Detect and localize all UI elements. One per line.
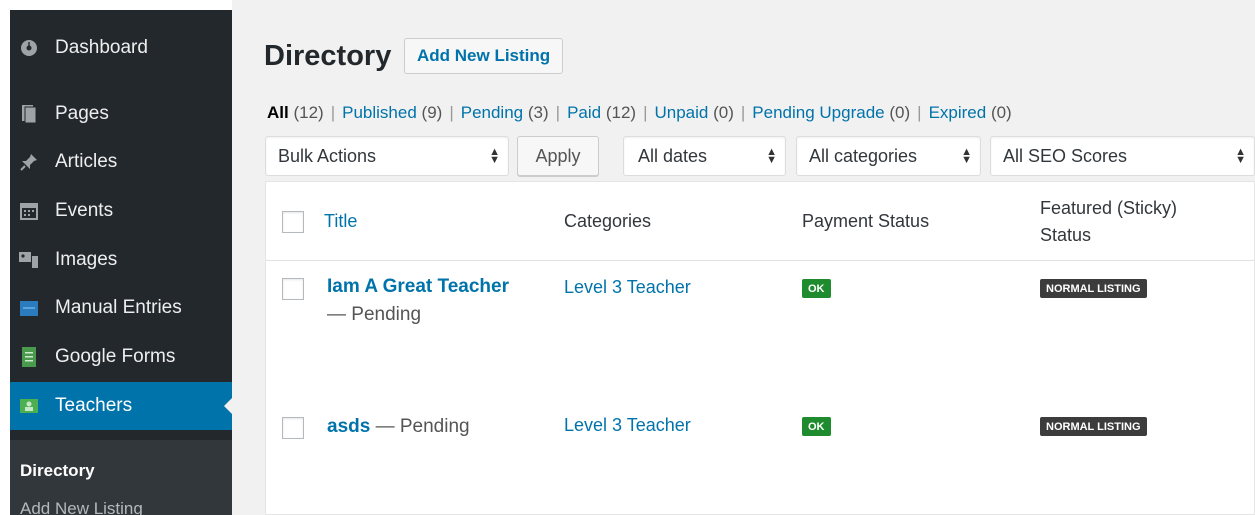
payment-status-badge: OK	[802, 279, 831, 298]
sidebar-item-images[interactable]: Images	[10, 236, 232, 284]
apply-button[interactable]: Apply	[517, 136, 599, 176]
page-title: Directory	[264, 40, 392, 72]
sidebar-item-label: Google Forms	[55, 346, 176, 367]
column-header-featured-line1: Featured (Sticky)	[1040, 198, 1178, 218]
column-header-categories: Categories	[564, 211, 652, 231]
row-title-link[interactable]: asds	[327, 416, 370, 437]
sidebar-item-label: Pages	[55, 103, 109, 124]
bulk-actions-value: Bulk Actions	[278, 145, 377, 166]
sidebar-submenu: Directory Add New Listing	[10, 440, 232, 515]
bulk-actions-select[interactable]: Bulk Actions ▲ ▼	[265, 136, 509, 176]
dashboard-icon	[18, 37, 40, 59]
listings-table: Title Categories Payment Status Featured…	[265, 181, 1255, 515]
filter-unpaid[interactable]: Unpaid (0)	[654, 103, 733, 122]
seo-scores-filter-select[interactable]: All SEO Scores ▲ ▼	[990, 136, 1255, 176]
row-title-cell: Iam A Great Teacher — Pending	[327, 273, 537, 329]
sidebar-item-manual-entries[interactable]: Manual Entries	[10, 284, 232, 332]
row-checkbox[interactable]	[282, 417, 304, 439]
sidebar-item-teachers[interactable]: Teachers	[10, 382, 233, 430]
filter-expired[interactable]: Expired (0)	[929, 103, 1012, 122]
table-row: Iam A Great Teacher — Pending Level 3 Te…	[266, 262, 1254, 400]
separator: |	[330, 103, 336, 122]
featured-status-badge: NORMAL LISTING	[1040, 279, 1147, 298]
column-header-featured-line2: Status	[1040, 225, 1092, 245]
filter-published[interactable]: Published (9)	[342, 103, 442, 122]
select-arrows-icon: ▲ ▼	[1235, 146, 1246, 166]
categories-filter-select[interactable]: All categories ▲ ▼	[796, 136, 981, 176]
separator: |	[917, 103, 922, 122]
separator: |	[740, 103, 746, 122]
select-all-checkbox[interactable]	[282, 211, 304, 233]
sidebar-item-events[interactable]: Events	[10, 187, 232, 235]
row-title-link[interactable]: Iam A Great Teacher	[327, 276, 509, 297]
payment-status-badge: OK	[802, 417, 831, 436]
categories-filter-value: All categories	[809, 145, 918, 166]
admin-sidebar: Dashboard Pages Articles Events Images M…	[10, 10, 233, 515]
separator: |	[555, 103, 561, 122]
row-state: — Pending	[327, 304, 422, 325]
submenu-item-add-new-listing[interactable]: Add New Listing	[20, 499, 143, 515]
select-arrows-icon: ▲ ▼	[489, 146, 500, 166]
column-header-title[interactable]: Title	[324, 211, 357, 232]
row-state: — Pending	[375, 416, 470, 437]
select-arrows-icon: ▲ ▼	[961, 146, 972, 166]
sidebar-item-label: Events	[55, 200, 114, 221]
calendar-icon	[18, 200, 40, 222]
table-header: Title Categories Payment Status Featured…	[266, 182, 1254, 261]
seo-scores-filter-value: All SEO Scores	[1003, 145, 1128, 166]
dates-filter-value: All dates	[638, 145, 708, 166]
sidebar-item-pages[interactable]: Pages	[10, 90, 232, 138]
main-content: Directory Add New Listing All (12) | Publi…	[232, 0, 1255, 515]
submenu-item-directory[interactable]: Directory	[20, 461, 95, 481]
sidebar-item-label: Articles	[55, 151, 118, 172]
dates-filter-select[interactable]: All dates ▲ ▼	[623, 136, 786, 176]
sidebar-item-label: Images	[55, 249, 118, 270]
sidebar-item-label: Manual Entries	[55, 297, 182, 318]
add-new-listing-button[interactable]: Add New Listing	[404, 38, 564, 74]
row-category-link[interactable]: Level 3 Teacher	[564, 277, 691, 298]
teachers-icon	[18, 395, 40, 417]
sidebar-item-articles[interactable]: Articles	[10, 138, 232, 186]
table-row: asds — Pending Level 3 Teacher OK NORMAL…	[266, 400, 1254, 515]
row-checkbox[interactable]	[282, 278, 304, 300]
sidebar-item-label: Teachers	[55, 395, 133, 416]
featured-status-badge: NORMAL LISTING	[1040, 417, 1147, 436]
separator: |	[643, 103, 648, 122]
filter-paid[interactable]: Paid (12)	[567, 103, 636, 122]
images-icon	[18, 249, 40, 271]
pin-icon	[18, 151, 40, 173]
sidebar-item-dashboard[interactable]: Dashboard	[10, 24, 232, 72]
filter-pending[interactable]: Pending (3)	[461, 103, 549, 122]
status-filter-links: All (12) | Published (9) | Pending (3) | Paid …	[267, 103, 1012, 123]
sidebar-item-google-forms[interactable]: Google Forms	[10, 333, 232, 381]
column-header-payment-status: Payment Status	[802, 211, 930, 231]
separator: |	[449, 103, 454, 122]
sidebar-item-label: Dashboard	[55, 37, 148, 58]
filter-all[interactable]: All (12)	[267, 103, 324, 122]
row-title-cell: asds — Pending	[327, 413, 537, 441]
row-category-link[interactable]: Level 3 Teacher	[564, 415, 691, 436]
google-forms-icon	[18, 346, 40, 368]
pages-icon	[18, 103, 40, 125]
manual-entries-icon	[18, 297, 40, 319]
filter-pending-upgrade[interactable]: Pending Upgrade (0)	[752, 103, 910, 122]
select-arrows-icon: ▲ ▼	[766, 146, 777, 166]
